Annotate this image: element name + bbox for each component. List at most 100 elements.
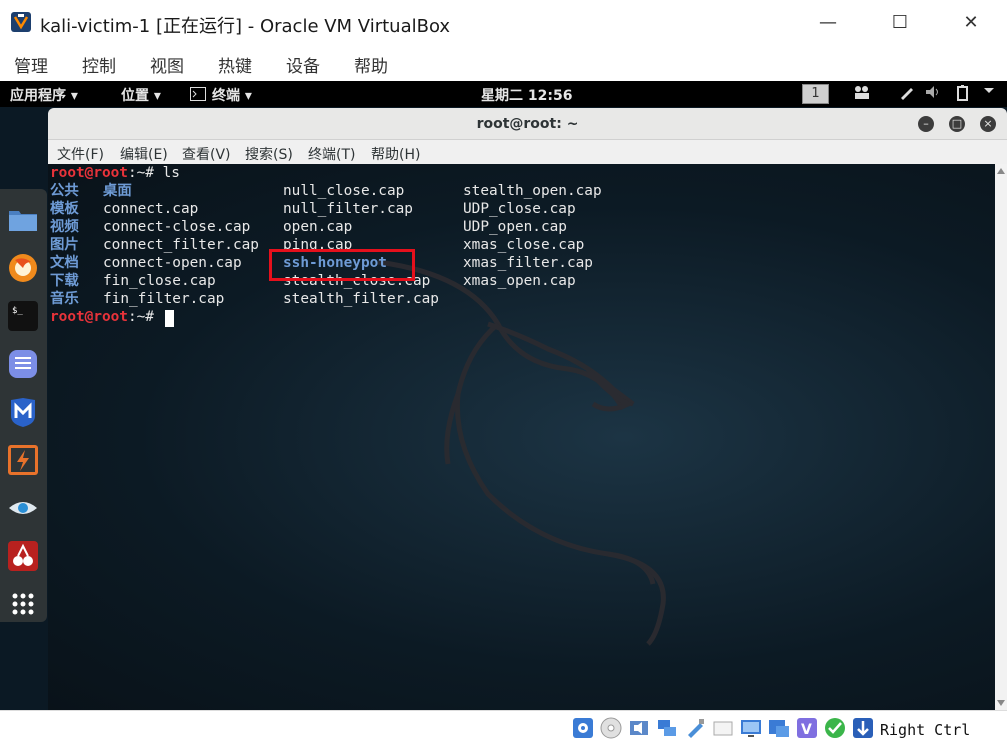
menu-view[interactable]: 视图 <box>150 52 184 77</box>
highlight-box <box>269 249 415 281</box>
clock[interactable]: 星期二 12:56 <box>481 85 572 105</box>
list-item: UDP_close.cap <box>463 201 576 217</box>
terminal-menu-search[interactable]: 搜索(S) <box>245 144 293 164</box>
terminal-maximize-icon[interactable]: □ <box>949 116 965 132</box>
eye-icon[interactable] <box>7 492 39 524</box>
list-item: null_close.cap <box>283 183 405 199</box>
files-icon[interactable] <box>7 204 39 236</box>
terminal-menu-edit[interactable]: 编辑(E) <box>120 144 168 164</box>
vbox-window-title: kali-victim-1 [正在运行] - Oracle VM Virtual… <box>40 16 451 37</box>
network-icon[interactable] <box>656 717 678 739</box>
list-item: 模板 <box>50 201 79 217</box>
gnome-top-bar: 应用程序 ▾ 位置 ▾ 终端 ▾ 星期二 12:56 1 <box>0 81 1007 107</box>
mouse-integration-icon[interactable] <box>852 717 874 739</box>
maximize-button[interactable]: ☐ <box>885 8 915 38</box>
terminal-output[interactable]: root@root:~# ls 公共 模板 视频 图片 文档 下载 音乐 桌面 … <box>48 164 1007 710</box>
command-text: ls <box>162 165 180 181</box>
list-item: xmas_open.cap <box>463 273 576 289</box>
list-item: connect-open.cap <box>103 255 242 271</box>
prompt-line: root@root:~# ls <box>50 164 180 182</box>
places-menu[interactable]: 位置 ▾ <box>121 85 161 105</box>
menu-control[interactable]: 控制 <box>82 52 116 77</box>
firefox-icon[interactable] <box>7 252 39 284</box>
terminal-menubar: 文件(F) 编辑(E) 查看(V) 搜索(S) 终端(T) 帮助(H) <box>48 140 1007 164</box>
list-item: xmas_close.cap <box>463 237 585 253</box>
display-icon[interactable] <box>740 717 762 739</box>
guest-additions-icon[interactable] <box>824 717 846 739</box>
close-button[interactable]: ✕ <box>956 8 986 38</box>
terminal-menu-file[interactable]: 文件(F) <box>57 144 104 164</box>
list-item: stealth_open.cap <box>463 183 602 199</box>
menu-hotkey[interactable]: 热键 <box>218 52 252 77</box>
minimize-button[interactable]: — <box>813 8 843 38</box>
terminal-menu-terminal[interactable]: 终端(T) <box>308 144 355 164</box>
list-item: connect_filter.cap <box>103 237 259 253</box>
list-item: fin_filter.cap <box>103 291 225 307</box>
gnome-dock: $_ <box>0 189 47 622</box>
burpsuite-icon[interactable] <box>7 444 39 476</box>
text-editor-icon[interactable] <box>7 348 39 380</box>
prompt-user: root@root <box>50 165 128 181</box>
vbox-titlebar: kali-victim-1 [正在运行] - Oracle VM Virtual… <box>0 0 1007 45</box>
terminal-titlebar[interactable]: root@root: ~ – □ × <box>48 108 1007 140</box>
usb-icon[interactable] <box>684 717 706 739</box>
list-item: 音乐 <box>50 291 79 307</box>
menu-manage[interactable]: 管理 <box>14 52 48 77</box>
video-capture-icon[interactable] <box>768 717 790 739</box>
cherrytree-icon[interactable] <box>7 540 39 572</box>
list-item: 文档 <box>50 255 79 271</box>
system-menu-arrow-icon[interactable] <box>981 84 997 104</box>
metasploit-icon[interactable] <box>7 396 39 428</box>
hard-disk-icon[interactable] <box>572 717 594 739</box>
list-item: 图片 <box>50 237 79 253</box>
battery-icon[interactable] <box>953 84 973 104</box>
menu-devices[interactable]: 设备 <box>286 52 320 77</box>
svg-text:V: V <box>801 722 812 738</box>
applications-menu[interactable]: 应用程序 ▾ <box>10 85 78 105</box>
audio-icon[interactable] <box>628 717 650 739</box>
list-item: 公共 <box>50 183 79 199</box>
vbox-status-bar: V Right Ctrl <box>0 710 1007 749</box>
pen-icon[interactable] <box>898 84 916 104</box>
workspace-indicator[interactable]: 1 <box>802 84 829 104</box>
terminal-scrollbar[interactable] <box>995 164 1007 710</box>
list-item: connect-close.cap <box>103 219 251 235</box>
prompt-path: :~# <box>127 309 163 325</box>
list-item: 视频 <box>50 219 79 235</box>
vbox-menubar: 管理 控制 视图 热键 设备 帮助 <box>0 45 1007 81</box>
list-item: 下载 <box>50 273 79 289</box>
show-applications-icon[interactable] <box>7 588 39 620</box>
prompt-user: root@root <box>50 309 128 325</box>
terminal-menu-view[interactable]: 查看(V) <box>182 144 231 164</box>
terminal-window: root@root: ~ – □ × 文件(F) 编辑(E) 查看(V) 搜索(… <box>48 108 1007 710</box>
terminal-menu-help[interactable]: 帮助(H) <box>371 144 420 164</box>
list-item: connect.cap <box>103 201 199 217</box>
volume-icon[interactable] <box>924 84 944 104</box>
prompt-path: :~# <box>127 165 163 181</box>
guest-screen: 应用程序 ▾ 位置 ▾ 终端 ▾ 星期二 12:56 1 $_ root@roo… <box>0 81 1007 710</box>
camera-icon[interactable] <box>852 84 872 104</box>
shared-folders-icon[interactable] <box>712 717 734 739</box>
svg-text:$_: $_ <box>12 306 23 316</box>
terminal-app-menu[interactable]: 终端 ▾ <box>212 85 252 105</box>
optical-drive-icon[interactable] <box>600 717 622 739</box>
virtualbox-app-icon <box>11 12 31 32</box>
text-cursor <box>165 310 174 327</box>
list-item: stealth_filter.cap <box>283 291 439 307</box>
prompt-line: root@root:~# <box>50 308 163 326</box>
list-item: fin_close.cap <box>103 273 216 289</box>
terminal-title: root@root: ~ <box>476 116 579 132</box>
list-item: UDP_open.cap <box>463 219 567 235</box>
terminal-minimize-icon[interactable]: – <box>918 116 934 132</box>
list-item: xmas_filter.cap <box>463 255 593 271</box>
scroll-down-icon[interactable] <box>997 700 1005 706</box>
menu-help[interactable]: 帮助 <box>354 52 388 77</box>
scroll-up-icon[interactable] <box>997 168 1005 174</box>
list-item: null_filter.cap <box>283 201 413 217</box>
terminal-close-icon[interactable]: × <box>980 116 996 132</box>
terminal-small-icon <box>190 87 206 101</box>
terminal-icon[interactable]: $_ <box>7 300 39 332</box>
vt-x-icon[interactable]: V <box>796 717 818 739</box>
host-key-label: Right Ctrl <box>880 721 971 739</box>
list-item: open.cap <box>283 219 353 235</box>
